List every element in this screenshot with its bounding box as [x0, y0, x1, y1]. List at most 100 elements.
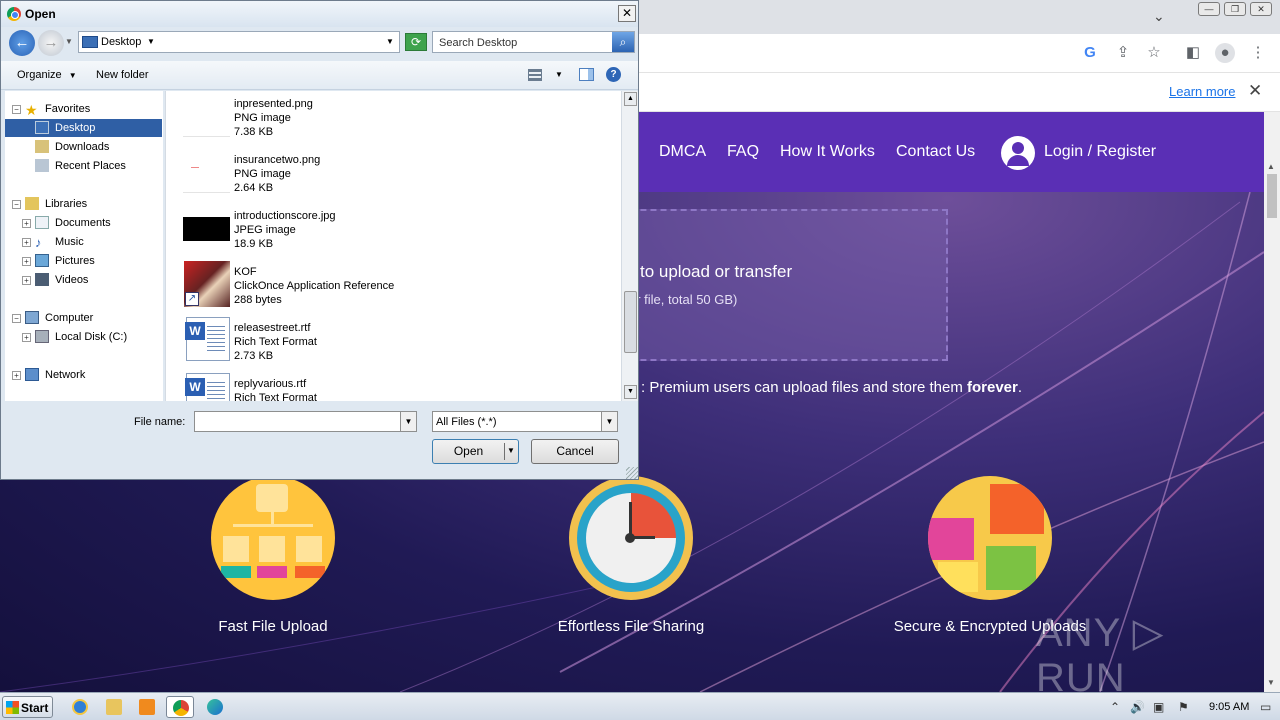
- nav-label: Desktop: [55, 122, 96, 134]
- nav-label: Libraries: [45, 198, 88, 210]
- nav-videos[interactable]: + Videos: [5, 271, 162, 289]
- infobar-close-icon[interactable]: ✕: [1248, 81, 1262, 101]
- open-label: Open: [453, 444, 484, 458]
- taskbar-edge[interactable]: [201, 696, 229, 718]
- nav-network[interactable]: + Network: [5, 366, 162, 384]
- address-row: ← → ▼ Desktop ▼ ▼ ⟳ Search Desktop ⌕: [1, 27, 638, 59]
- list-item[interactable]: insurancetwo.png PNG image 2.64 KB: [166, 149, 616, 205]
- file-name: releasestreet.rtf: [234, 322, 311, 334]
- help-icon[interactable]: ?: [606, 67, 621, 82]
- profile-icon[interactable]: ●: [1215, 43, 1235, 63]
- scroll-thumb[interactable]: [1267, 174, 1277, 218]
- menu-icon[interactable]: ⋮: [1248, 43, 1268, 63]
- file-type: PNG image: [234, 168, 291, 180]
- google-icon[interactable]: G: [1080, 43, 1100, 63]
- share-icon[interactable]: ⇪: [1113, 43, 1133, 63]
- organize-button[interactable]: Organize ▼: [17, 69, 77, 81]
- preview-pane-icon[interactable]: [579, 68, 594, 81]
- collapse-icon[interactable]: −: [12, 314, 21, 323]
- list-item[interactable]: W replyvarious.rtf Rich Text Format: [166, 373, 616, 401]
- nav-local-disk[interactable]: + Local Disk (C:): [5, 328, 162, 346]
- nav-pictures[interactable]: + Pictures: [5, 252, 162, 270]
- action-center-flag-icon[interactable]: ⚑: [1178, 700, 1189, 714]
- taskbar-media-player[interactable]: [133, 696, 161, 718]
- show-hidden-icons-icon[interactable]: ⌃: [1110, 700, 1120, 714]
- address-dropdown-icon[interactable]: ▼: [386, 37, 394, 46]
- chevron-down-icon[interactable]: ▼: [601, 412, 617, 431]
- scroll-up-icon[interactable]: ▲: [1267, 162, 1275, 171]
- file-name-input[interactable]: [194, 411, 417, 432]
- resize-grip[interactable]: [626, 467, 638, 479]
- expand-icon[interactable]: +: [22, 333, 31, 342]
- network-tray-icon[interactable]: ▣: [1153, 700, 1164, 714]
- breadcrumb-arrow-icon[interactable]: ▼: [147, 37, 155, 46]
- show-desktop-icon[interactable]: ▭: [1260, 700, 1271, 714]
- clock[interactable]: 9:05 AM: [1209, 701, 1249, 713]
- nav-libraries[interactable]: − Libraries: [5, 195, 162, 213]
- nav-login-register[interactable]: Login / Register: [1044, 143, 1156, 161]
- nav-documents[interactable]: + Documents: [5, 214, 162, 232]
- cancel-button[interactable]: Cancel: [531, 439, 619, 464]
- list-item[interactable]: W releasestreet.rtf Rich Text Format 2.7…: [166, 317, 616, 373]
- nav-faq[interactable]: FAQ: [727, 143, 759, 161]
- refresh-icon[interactable]: ⟳: [405, 33, 427, 51]
- search-input[interactable]: Search Desktop ⌕: [432, 31, 635, 53]
- change-view-icon[interactable]: [528, 69, 542, 81]
- search-icon[interactable]: ⌕: [612, 32, 634, 52]
- scroll-down-icon[interactable]: ▼: [1267, 678, 1275, 687]
- star-icon[interactable]: ☆: [1144, 43, 1164, 63]
- list-item[interactable]: introductionscore.jpg JPEG image 18.9 KB: [166, 205, 616, 261]
- dialog-titlebar[interactable]: Open ✕: [1, 1, 638, 27]
- file-list-scrollbar[interactable]: ▲ ▼: [621, 91, 638, 401]
- nav-favorites[interactable]: − ★ Favorites: [5, 100, 162, 118]
- list-item[interactable]: ↗ KOF ClickOnce Application Reference 28…: [166, 261, 616, 317]
- collapse-icon[interactable]: −: [12, 105, 21, 114]
- expand-icon[interactable]: +: [12, 371, 21, 380]
- nav-computer[interactable]: − Computer: [5, 309, 162, 327]
- nav-contact-us[interactable]: Contact Us: [896, 143, 975, 161]
- pictures-icon: [35, 254, 49, 267]
- volume-icon[interactable]: 🔊: [1130, 700, 1145, 714]
- expand-icon[interactable]: +: [22, 219, 31, 228]
- taskbar-explorer[interactable]: [100, 696, 128, 718]
- nav-desktop[interactable]: Desktop: [5, 119, 162, 137]
- list-item[interactable]: inpresented.png PNG image 7.38 KB: [166, 93, 616, 149]
- nav-recent-places[interactable]: Recent Places: [5, 157, 162, 175]
- view-dropdown-icon[interactable]: ▼: [555, 70, 563, 79]
- feature-label: Fast File Upload: [218, 618, 328, 635]
- open-button[interactable]: Open: [432, 439, 519, 464]
- file-name-dropdown-icon[interactable]: ▼: [400, 411, 417, 432]
- close-window-button[interactable]: ✕: [1250, 2, 1272, 16]
- page-scrollbar[interactable]: ▲ ▼: [1264, 112, 1280, 692]
- forward-arrow-icon[interactable]: →: [38, 30, 64, 56]
- minimize-button[interactable]: —: [1198, 2, 1220, 16]
- open-options-dropdown-icon[interactable]: ▼: [507, 446, 515, 455]
- expand-icon[interactable]: +: [22, 238, 31, 247]
- taskbar-chrome[interactable]: [166, 696, 194, 718]
- history-dropdown-icon[interactable]: ▼: [65, 37, 73, 46]
- new-folder-button[interactable]: New folder: [96, 69, 149, 81]
- dialog-close-button[interactable]: ✕: [618, 5, 636, 22]
- tab-search-button[interactable]: ⌄: [1153, 8, 1165, 25]
- collapse-icon[interactable]: −: [12, 200, 21, 209]
- user-avatar-icon[interactable]: [1001, 136, 1035, 170]
- nav-downloads[interactable]: Downloads: [5, 138, 162, 156]
- scroll-thumb[interactable]: [624, 291, 637, 353]
- restore-button[interactable]: ❐: [1224, 2, 1246, 16]
- nav-music[interactable]: + ♪ Music: [5, 233, 162, 251]
- nav-how-it-works[interactable]: How It Works: [780, 143, 875, 161]
- start-button[interactable]: Start: [2, 696, 53, 718]
- address-bar[interactable]: Desktop ▼ ▼: [78, 31, 400, 53]
- expand-icon[interactable]: +: [22, 257, 31, 266]
- back-arrow-icon[interactable]: ←: [9, 30, 35, 56]
- nav-dmca[interactable]: DMCA: [659, 143, 706, 161]
- sidepanel-icon[interactable]: ◧: [1183, 43, 1203, 63]
- expand-icon[interactable]: +: [22, 276, 31, 285]
- learn-more-link[interactable]: Learn more: [1169, 84, 1235, 99]
- file-type-select[interactable]: All Files (*.*) ▼: [432, 411, 618, 432]
- libraries-icon: [25, 197, 39, 210]
- scroll-down-icon[interactable]: ▼: [624, 385, 637, 399]
- scroll-up-icon[interactable]: ▲: [624, 92, 637, 106]
- taskbar-ie[interactable]: [66, 696, 94, 718]
- media-player-icon: [139, 699, 155, 715]
